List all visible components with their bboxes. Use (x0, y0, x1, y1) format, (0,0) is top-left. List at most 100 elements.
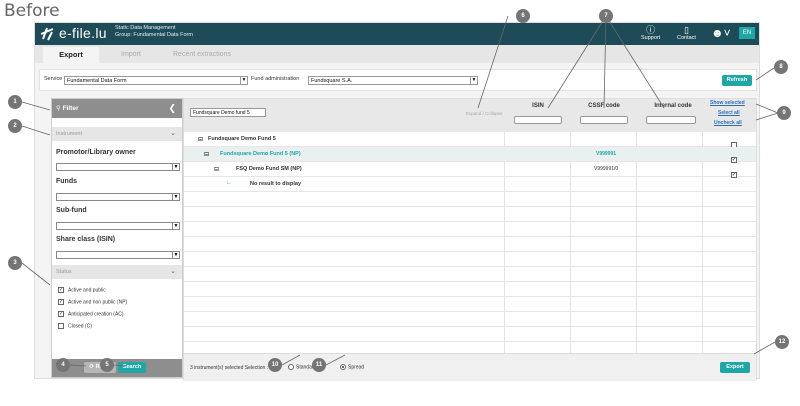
radio-icon (340, 364, 346, 370)
checkbox-icon: ✓ (58, 299, 64, 305)
empty-row (184, 222, 756, 237)
empty-row (184, 252, 756, 267)
selection-summary: 3 instrument(s) selected Selection : (190, 365, 269, 371)
chevron-down-icon: ▼ (172, 163, 179, 171)
contact-button[interactable]: ▯ Contact (677, 25, 696, 41)
tab-export[interactable]: Export (43, 47, 99, 63)
isin-filter-input[interactable] (514, 116, 562, 124)
section-instrument[interactable]: Instrument ⌄ (52, 127, 182, 141)
callout-12: 12 (775, 335, 789, 349)
grid-header: Fundsquare Demo fund 5 Expand / Collapse… (184, 99, 756, 132)
promotor-label: Promotor/Library owner (56, 149, 136, 156)
service-select[interactable]: Fundamental Data Form ▼ (64, 76, 248, 85)
empty-row (184, 312, 756, 327)
subfund-select[interactable]: ▼ (56, 222, 180, 230)
service-bar: Service Fundamental Data Form ▼ Fund adm… (39, 69, 757, 91)
support-label: Support (641, 35, 661, 41)
show-selected-link[interactable]: Show selected (710, 100, 745, 106)
table-row[interactable]: ⊟ Fundsquare Demo Fund 5 (184, 132, 756, 148)
tab-recent-extractions[interactable]: Recent extractions (173, 47, 231, 63)
callout-5: 5 (100, 358, 114, 372)
callout-3: 3 (8, 256, 22, 270)
status-checkbox-closed[interactable]: Closed (C) (58, 323, 92, 329)
status-checkbox-anticipated[interactable]: ✓ Anticipated creation (AC) (58, 311, 124, 317)
user-icon[interactable]: ☻˅ (711, 26, 731, 40)
callout-2: 2 (8, 119, 22, 133)
status-label: Closed (C) (68, 323, 92, 330)
status-label: Active and public (68, 287, 106, 294)
row-name: FSQ Demo Fund SM (NP) (236, 166, 302, 172)
select-all-link[interactable]: Select all (718, 110, 740, 116)
status-checkbox-active-public[interactable]: ✓ Active and public (58, 287, 106, 293)
search-button[interactable]: Search (118, 362, 146, 373)
search-icon: ⚲ (56, 105, 61, 112)
section-status[interactable]: Status ⌄ (52, 265, 182, 279)
contact-label: Contact (677, 35, 696, 41)
row-name: No result to display (250, 181, 302, 187)
chevron-down-icon: ▼ (172, 251, 179, 259)
collapse-icon[interactable]: ⊟ (214, 166, 219, 173)
col-header-cssf: CSSF code (588, 103, 620, 109)
callout-1: 1 (8, 95, 22, 109)
callout-9: 9 (777, 106, 791, 120)
filter-title: Filter (62, 105, 79, 112)
tab-bar: Export Import Recent extractions (35, 45, 759, 63)
callout-6: 6 (516, 9, 530, 23)
table-row[interactable]: ⊟ FSQ Demo Fund SM (NP) V999991/0 ✓ (184, 162, 756, 178)
radio-icon (288, 364, 294, 370)
callout-8: 8 (774, 60, 788, 74)
section-status-label: Status (56, 269, 72, 275)
promotor-select[interactable]: ▼ (56, 163, 180, 171)
filter-footer: ⟳ Reset Search (52, 359, 182, 377)
logo-subtitle: Static Data Management Group: Fundamenta… (115, 25, 193, 39)
table-row[interactable]: ⊟ Fundsquare Demo Fund 5 (NP) V999991 ✓ (184, 147, 756, 163)
instrument-grid: Fundsquare Demo fund 5 Expand / Collapse… (183, 98, 757, 381)
language-button[interactable]: EN (739, 27, 755, 39)
fund-admin-value: Fundsquare S.A. (311, 78, 353, 84)
chevron-down-icon: ▼ (470, 76, 477, 85)
uncheck-all-link[interactable]: Uncheck all (714, 120, 742, 126)
radio-spread-label: Spread (348, 364, 365, 371)
row-name: Fundsquare Demo Fund 5 (208, 136, 276, 142)
expand-collapse-link[interactable]: Expand / Collapse (466, 111, 503, 116)
section-instrument-label: Instrument (56, 131, 82, 137)
collapse-icon[interactable]: ⊟ (204, 151, 209, 158)
internal-filter-input[interactable] (646, 116, 696, 124)
tree-branch-icon: ∟ (226, 180, 232, 186)
phone-icon: ▯ (684, 25, 689, 35)
callout-10: 10 (268, 358, 282, 372)
export-button[interactable]: Export (720, 362, 750, 373)
table-row: ∟ No result to display (184, 177, 756, 192)
col-header-internal: Internal code (654, 103, 692, 109)
logo-sub-line2: Group: Fundamental Data Form (115, 32, 193, 38)
fund-admin-select[interactable]: Fundsquare S.A. ▼ (308, 76, 478, 85)
funds-select[interactable]: ▼ (56, 193, 180, 201)
chevron-down-icon: ⌄ (170, 268, 176, 275)
grid-search-input[interactable]: Fundsquare Demo fund 5 (190, 108, 266, 117)
refresh-button[interactable]: Refresh (722, 75, 752, 86)
logo-text: e-file.lu (59, 25, 107, 41)
top-bar: e-file.lu Static Data Management Group: … (35, 23, 759, 45)
funds-label: Funds (56, 178, 77, 185)
chevron-left-icon[interactable]: ❮ (168, 99, 176, 118)
shareclass-label: Share class (ISIN) (56, 236, 116, 243)
collapse-icon[interactable]: ⊟ (198, 136, 203, 143)
logo-sub-line1: Static Data Management (115, 25, 176, 31)
filter-header[interactable]: ⚲ Filter ❮ (52, 99, 182, 118)
radio-spread[interactable]: Spread (340, 364, 364, 370)
empty-row (184, 267, 756, 282)
col-header-isin: ISIN (532, 103, 544, 109)
row-name: Fundsquare Demo Fund 5 (NP) (220, 151, 301, 157)
tab-import[interactable]: Import (121, 47, 141, 63)
checkbox-icon (58, 323, 64, 329)
caption-before: Before (4, 1, 60, 21)
support-icon: ⓘ (646, 25, 656, 35)
shareclass-select[interactable]: ▼ (56, 251, 180, 259)
empty-row (184, 297, 756, 312)
empty-row (184, 327, 756, 342)
support-button[interactable]: ⓘ Support (641, 25, 660, 41)
row-cssf: V999991/0 (594, 166, 619, 172)
status-checkbox-active-np[interactable]: ✓ Active and non public (NP) (58, 299, 127, 305)
filter-panel: ⚲ Filter ❮ Instrument ⌄ Promotor/Library… (51, 98, 183, 378)
cssf-filter-input[interactable] (580, 116, 628, 124)
